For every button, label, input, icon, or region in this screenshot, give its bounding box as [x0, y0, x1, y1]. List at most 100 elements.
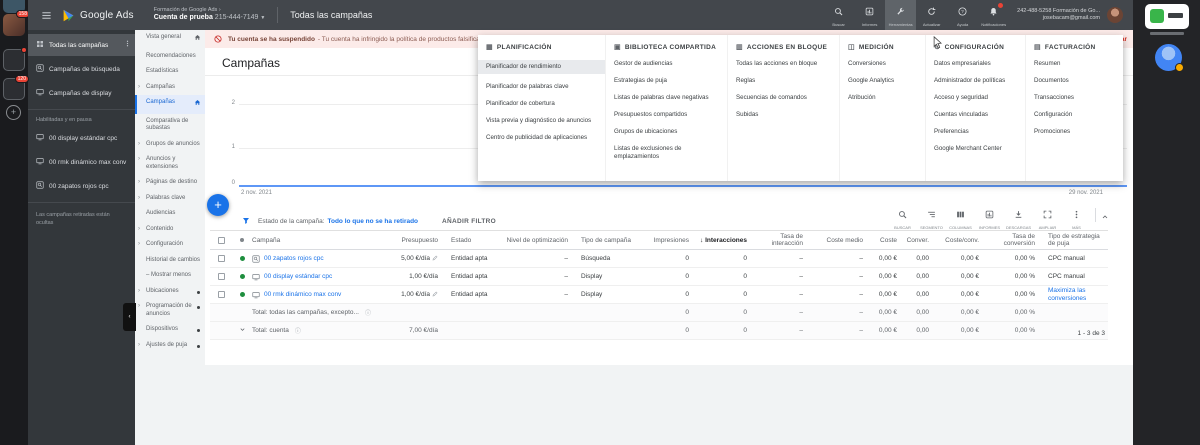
sidebar-item-palabras-clave[interactable]: › Palabras clave	[135, 191, 205, 207]
buscar-button[interactable]: Buscar	[823, 0, 854, 30]
row-checkbox[interactable]	[210, 291, 232, 298]
menu-item[interactable]: Planificador de cobertura	[486, 100, 597, 108]
informes-button[interactable]: INFORMES	[976, 206, 1003, 230]
column-header-nivel[interactable]: Nivel de optimización	[499, 237, 571, 244]
menu-item[interactable]: Estrategias de puja	[614, 77, 719, 85]
menu-item[interactable]: Preferencias	[934, 128, 1017, 136]
menu-item[interactable]: Transacciones	[1034, 94, 1115, 102]
pagination[interactable]: 1 - 3 de 3	[1078, 330, 1105, 337]
column-header-coste_conv[interactable]: Coste/conv.	[932, 237, 982, 244]
edit-budget-icon[interactable]	[432, 255, 438, 263]
row-checkbox[interactable]	[210, 273, 232, 280]
sidebar-item-anuncios-y-extensiones[interactable]: › Anuncios y extensiones	[135, 152, 205, 175]
chevron-down-icon[interactable]	[239, 326, 246, 335]
right-dock-app-icon[interactable]	[1145, 4, 1189, 29]
menu-item[interactable]: Google Analytics	[848, 77, 917, 85]
menu-item[interactable]: Listas de exclusiones de emplazamientos	[614, 145, 719, 161]
add-app-button[interactable]: +	[6, 105, 21, 120]
kebab-menu-icon[interactable]	[124, 39, 131, 50]
menu-item[interactable]: Promociones	[1034, 128, 1115, 136]
dark-nav-item[interactable]: Campañas de display	[28, 82, 135, 104]
dark-nav-campaign-item[interactable]: 00 rmk dinámico max conv	[28, 151, 135, 173]
segmento-button[interactable]: SEGMENTO	[918, 206, 945, 230]
sidebar-item-campa-as[interactable]: › Campañas	[135, 80, 205, 96]
sidebar-item-campa-as[interactable]: Campañas	[135, 95, 205, 114]
sidebar-item-recomendaciones[interactable]: Recomendaciones	[135, 49, 205, 65]
dark-nav-campaign-item[interactable]: 00 display estándar cpc	[28, 127, 135, 149]
collapse-table-icon[interactable]	[1101, 208, 1109, 226]
menu-item[interactable]: Subidas	[736, 111, 831, 119]
column-header-campana[interactable]: Campaña	[252, 237, 379, 244]
sidebar-item-ajustes-de-puja[interactable]: › Ajustes de puja	[135, 338, 205, 354]
app-4-icon[interactable]: 120	[3, 75, 29, 100]
menu-item[interactable]: Configuración	[1034, 111, 1115, 119]
column-header-conver[interactable]: Conver.	[900, 237, 932, 244]
descargas-button[interactable]: DESCARGAS	[1005, 206, 1032, 230]
herramientas-button[interactable]: Herramientas	[885, 0, 917, 30]
menu-item[interactable]: Atribución	[848, 94, 917, 102]
columnas-button[interactable]: COLUMNAS	[947, 206, 974, 230]
app-2-icon[interactable]: 158	[3, 10, 30, 36]
menu-item[interactable]: Planificador de palabras clave	[486, 83, 597, 91]
sidebar-item-p-ginas-de-destino[interactable]: › Páginas de destino	[135, 175, 205, 191]
sidebar-item-comparativa-de-subastas[interactable]: Comparativa de subastas	[135, 114, 205, 137]
account-picker[interactable]: Formación de Google Ads › Cuenta de prue…	[154, 7, 266, 23]
sidebar-item-audiencias[interactable]: Audiencias	[135, 206, 205, 222]
ampliar-button[interactable]: AMPLIAR	[1034, 206, 1061, 230]
edit-budget-icon[interactable]	[432, 291, 438, 299]
table-row[interactable]: 00 rmk dinámico max conv 1,00 €/día Entida…	[210, 286, 1108, 304]
dark-nav-item[interactable]: Todas las campañas	[28, 34, 135, 56]
sidebar-item-ubicaciones[interactable]: › Ubicaciones	[135, 284, 205, 300]
menu-item[interactable]: Vista previa y diagnóstico de anuncios	[486, 117, 597, 125]
menu-item[interactable]: Gestor de audiencias	[614, 60, 719, 68]
column-header-tipo[interactable]: Tipo de campaña	[571, 237, 637, 244]
ayuda-button[interactable]: ? Ayuda	[947, 0, 978, 30]
table-row[interactable]: 00 zapatos rojos cpc 5,00 €/día Entidad ap…	[210, 250, 1108, 268]
avatar[interactable]	[1107, 7, 1123, 23]
sidebar-item-vista-general[interactable]: Vista general	[135, 30, 205, 49]
menu-item[interactable]: Listas de palabras clave negativas	[614, 94, 719, 102]
sidebar-item-programaci-n-de-anuncios[interactable]: › Programación de anuncios	[135, 299, 205, 322]
sidebar-item-historial-de-cambios[interactable]: Historial de cambios	[135, 253, 205, 269]
total-expander[interactable]	[232, 326, 252, 335]
sidebar-item-grupos-de-anuncios[interactable]: › Grupos de anuncios	[135, 137, 205, 153]
column-header-tasa_conv[interactable]: Tasa de conversión	[982, 233, 1038, 247]
add-filter-button[interactable]: AÑADIR FILTRO	[442, 218, 496, 225]
menu-item[interactable]: Cuentas vinculadas	[934, 111, 1017, 119]
column-header-budget[interactable]: Presupuesto	[379, 237, 441, 244]
menu-item[interactable]: Conversiones	[848, 60, 917, 68]
sidebar-item-mostrar-menos[interactable]: – Mostrar menos	[135, 268, 205, 284]
column-header-puja[interactable]: Tipo de estrategia de puja	[1038, 233, 1108, 247]
sidebar-item-contenido[interactable]: › Contenido	[135, 222, 205, 238]
menu-item[interactable]: Resumen	[1034, 60, 1115, 68]
select-all-checkbox[interactable]	[210, 236, 232, 244]
menu-item[interactable]: Presupuestos compartidos	[614, 111, 719, 119]
hamburger-menu-icon[interactable]	[34, 10, 58, 21]
informes-button[interactable]: Informes	[854, 0, 885, 30]
campaign-link[interactable]: 00 display estándar cpc	[264, 273, 332, 280]
campaign-link[interactable]: 00 rmk dinámico max conv	[264, 291, 341, 298]
actualizar-button[interactable]: Actualizar	[916, 0, 947, 30]
menu-item[interactable]: Datos empresariales	[934, 60, 1017, 68]
column-header-estado[interactable]: Estado	[441, 237, 499, 244]
app-3-icon[interactable]	[3, 47, 27, 71]
column-header-coste_medio[interactable]: Coste medio	[806, 237, 866, 244]
row-checkbox[interactable]	[210, 255, 232, 262]
collapse-panel-handle[interactable]: ‹	[123, 303, 136, 331]
buscar-button[interactable]: BUSCAR	[889, 206, 916, 230]
sidebar-item-dispositivos[interactable]: Dispositivos	[135, 322, 205, 338]
sidebar-item-configuraci-n[interactable]: › Configuración	[135, 237, 205, 253]
column-header-coste[interactable]: Coste	[866, 237, 900, 244]
campaign-link[interactable]: 00 zapatos rojos cpc	[264, 255, 324, 262]
menu-item[interactable]: Administrador de políticas	[934, 77, 1017, 85]
menu-item[interactable]: Grupos de ubicaciones	[614, 128, 719, 136]
column-header-tasa_interaccion[interactable]: Tasa de interacción	[750, 233, 806, 247]
menu-item[interactable]: Centro de publicidad de aplicaciones	[486, 134, 597, 142]
menu-item[interactable]: Documentos	[1034, 77, 1115, 85]
filter-value[interactable]: Todo lo que no se ha retirado	[328, 218, 419, 225]
dark-nav-item[interactable]: Campañas de búsqueda	[28, 58, 135, 80]
menu-item[interactable]: Planificador de rendimiento	[478, 60, 605, 75]
google-ads-logo[interactable]: Google Ads	[62, 9, 134, 22]
menu-item[interactable]: Reglas	[736, 77, 831, 85]
column-header-interacciones[interactable]: ↓ Interacciones	[692, 237, 750, 244]
